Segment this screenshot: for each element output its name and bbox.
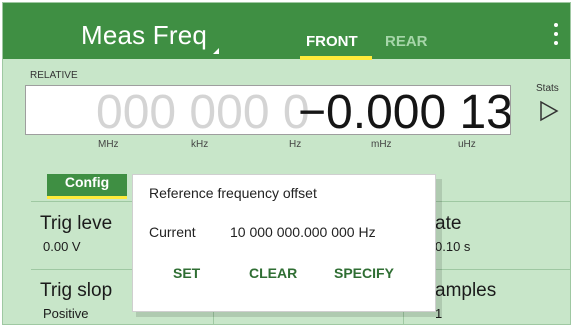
- title-dropdown-indicator-icon: [213, 48, 219, 54]
- samples-label[interactable]: amples: [435, 280, 496, 302]
- relative-mode-label: RELATIVE: [30, 70, 78, 81]
- play-arrow-icon[interactable]: [539, 100, 559, 122]
- unit-label: Hz: [289, 139, 302, 150]
- unit-label: uHz: [458, 139, 476, 150]
- kebab-menu-icon[interactable]: [553, 23, 559, 45]
- unit-label: mHz: [371, 139, 392, 150]
- header-bar: Meas Freq FRONT REAR: [3, 3, 570, 60]
- readout-value: −0.000 136: [298, 86, 511, 135]
- current-label: Current: [149, 224, 196, 240]
- current-value: 10 000 000.000 000 Hz: [230, 224, 376, 240]
- dialog-title: Reference frequency offset: [149, 185, 317, 201]
- reference-offset-dialog: Reference frequency offset Current 10 00…: [132, 174, 436, 312]
- trig-level-value: 0.00 V: [43, 239, 81, 254]
- unit-label: MHz: [98, 139, 119, 150]
- specify-button[interactable]: SPECIFY: [334, 265, 394, 281]
- clear-button[interactable]: CLEAR: [249, 265, 297, 281]
- tab-front[interactable]: FRONT: [306, 33, 358, 50]
- frequency-readout: 000 000 0 −0.000 136: [25, 85, 511, 135]
- active-tab-indicator: [300, 56, 372, 60]
- readout-leading-digits: 000 000 0: [96, 86, 310, 135]
- trig-level-label[interactable]: Trig leve: [40, 213, 112, 235]
- tab-config[interactable]: Config: [47, 174, 127, 197]
- stats-label: Stats: [536, 83, 559, 94]
- unit-label: kHz: [191, 139, 209, 150]
- page-title[interactable]: Meas Freq: [81, 20, 207, 51]
- tab-rear[interactable]: REAR: [385, 33, 428, 50]
- trig-slope-value: Positive: [43, 306, 89, 321]
- trig-slope-label[interactable]: Trig slop: [40, 280, 112, 302]
- app-frame: Meas Freq FRONT REAR RELATIVE 000 000 0 …: [2, 2, 571, 325]
- set-button[interactable]: SET: [173, 265, 200, 281]
- config-tab-indicator: [47, 196, 127, 199]
